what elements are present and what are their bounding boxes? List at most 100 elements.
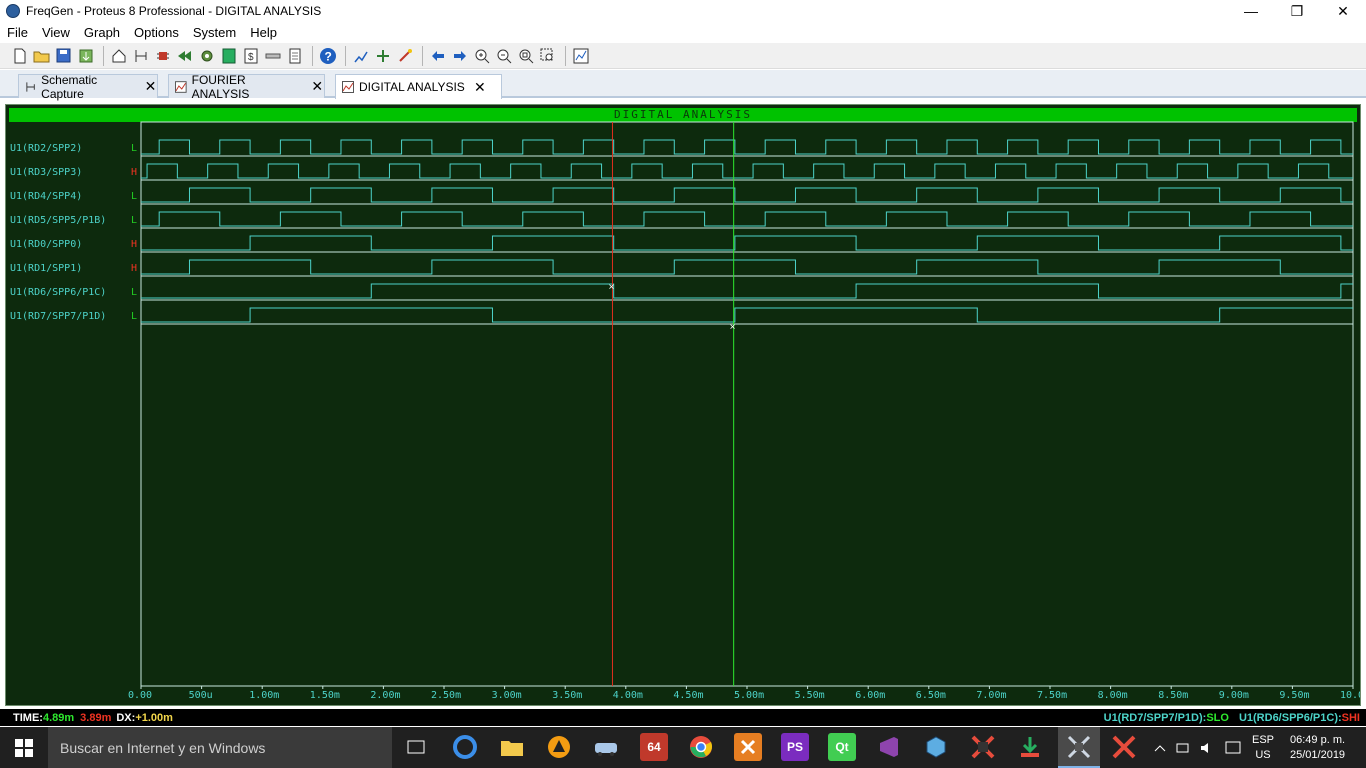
signal-name-label: U1(RD5/SPP5/P1B) [10,215,106,226]
maximize-button[interactable]: ❐ [1274,0,1320,22]
x-tick-label: 4.50m [673,690,703,701]
time-label: TIME: [13,711,43,724]
close-tab-icon[interactable]: ✕ [310,78,324,95]
signal-waveform [141,235,1353,251]
x-tick-label: 9.50m [1279,690,1309,701]
schematic-icon[interactable] [131,46,150,65]
help-icon[interactable]: ? [318,46,337,65]
save-icon[interactable] [54,46,73,65]
menu-file[interactable]: File [0,25,35,40]
add-trace-icon[interactable] [373,46,392,65]
x-tick-label: 8.50m [1158,690,1188,701]
keyboard-layout: US [1255,748,1271,761]
arrow-right-icon[interactable] [450,46,469,65]
main-toolbar: $ ? [0,43,1366,69]
dx-value: +1.00m [135,711,173,724]
document-icon[interactable] [285,46,304,65]
x-tick-label: 9.00m [1219,690,1249,701]
primary-cursor-marker: × [730,322,736,333]
bom-icon[interactable] [219,46,238,65]
car-app-icon[interactable] [592,733,620,761]
menu-system[interactable]: System [186,25,243,40]
status-trace-b-value: SHI [1341,711,1360,724]
close-tab-icon[interactable]: ✕ [473,79,487,96]
menu-graph[interactable]: Graph [77,25,127,40]
edge-browser-icon[interactable] [451,733,479,761]
arrow-left-icon[interactable] [428,46,447,65]
new-file-icon[interactable] [10,46,29,65]
signal-waveform [141,211,1353,227]
file-explorer-icon[interactable] [498,733,526,761]
virtualbox-icon[interactable] [922,733,950,761]
signal-waveform [141,139,1353,155]
simulate-graph-icon[interactable] [395,46,414,65]
ruler-icon[interactable] [263,46,282,65]
status-bar: TIME: 4.89m 3.89m DX: +1.00m U1(RD7/SPP7… [0,709,1366,726]
task-view-icon[interactable] [402,733,430,761]
graph-window-icon[interactable] [571,46,590,65]
chip-icon[interactable] [153,46,172,65]
dollar-icon[interactable]: $ [241,46,260,65]
qt-creator-icon[interactable]: Qt [828,733,856,761]
tab-label: DIGITAL ANALYSIS [359,80,465,94]
visual-studio-icon[interactable] [875,733,903,761]
menu-help[interactable]: Help [243,25,284,40]
open-folder-icon[interactable] [32,46,51,65]
toolbar-separator [345,45,346,66]
taskbar-search-box[interactable]: Buscar en Internet y en Windows [48,727,392,768]
proteus-isis-icon[interactable] [969,733,997,761]
zoom-out-icon[interactable] [494,46,513,65]
proteus-app-icon [6,4,20,18]
system-clock[interactable]: 06:49 p. m. 25/01/2019 [1290,727,1345,768]
tab-digital-analysis[interactable]: DIGITAL ANALYSIS ✕ [335,74,502,99]
network-icon[interactable] [1176,727,1192,768]
minimize-button[interactable]: — [1228,0,1274,22]
status-trace-a-value: SLO [1206,711,1229,724]
download-tool-icon[interactable] [1016,733,1044,761]
input-language-indicator[interactable]: ESP US [1252,727,1274,768]
zoom-area-icon[interactable] [538,46,557,65]
zoom-all-icon[interactable] [516,46,535,65]
signal-state-label: H [131,167,137,178]
menu-bar: File View Graph Options System Help [0,22,1366,42]
toolbar-separator [312,45,313,66]
signal-name-label: U1(RD4/SPP4) [10,191,82,202]
zoom-in-icon[interactable] [472,46,491,65]
signal-name-label: U1(RD2/SPP2) [10,143,82,154]
tab-fourier-analysis[interactable]: FOURIER ANALYSIS ✕ [168,73,325,101]
x-tick-label: 6.50m [916,690,946,701]
menu-options[interactable]: Options [127,25,186,40]
volume-icon[interactable] [1200,727,1216,768]
aida64-icon[interactable]: 64 [640,733,668,761]
graph-canvas[interactable]: U1(RD2/SPP2) L U1(RD3/SPP3) H U1(RD4/SPP4) L U… [6,105,1360,705]
signal-state-label: L [131,143,137,154]
signal-state-label: L [131,311,137,322]
vlc-like-app-icon[interactable] [545,733,573,761]
time2-value: 3.89m [80,711,112,724]
signal-waveform [141,283,1353,299]
phpstorm-icon[interactable]: PS [781,733,809,761]
xampp-icon[interactable] [734,733,762,761]
rewind-icon[interactable] [175,46,194,65]
tab-label: Schematic Capture [41,72,98,101]
window-titlebar: FreqGen - Proteus 8 Professional - DIGIT… [0,0,1366,22]
proteus-ares-icon[interactable] [1110,733,1138,761]
x-tick-label: 6.00m [855,690,885,701]
gear-icon[interactable] [197,46,216,65]
menu-view[interactable]: View [35,25,77,40]
action-center-icon[interactable] [1225,727,1241,768]
tab-schematic-capture[interactable]: Schematic Capture ✕ [18,72,158,101]
tray-chevron-icon[interactable] [1154,727,1166,768]
graph-edit-icon[interactable] [351,46,370,65]
import-icon[interactable] [76,46,95,65]
close-window-button[interactable]: ✕ [1320,0,1366,22]
proteus-active-icon[interactable] [1058,727,1100,768]
signal-waveform [141,307,1353,323]
x-tick-label: 7.50m [1037,690,1067,701]
signal-name-label: U1(RD3/SPP3) [10,167,82,178]
chrome-icon[interactable] [687,733,715,761]
start-button[interactable] [0,727,48,768]
digital-analysis-graph[interactable]: DIGITAL ANALYSIS U1(RD2/SPP2) L U1(RD3/SPP… [5,104,1361,706]
home-icon[interactable] [109,46,128,65]
close-tab-icon[interactable]: ✕ [144,78,157,95]
